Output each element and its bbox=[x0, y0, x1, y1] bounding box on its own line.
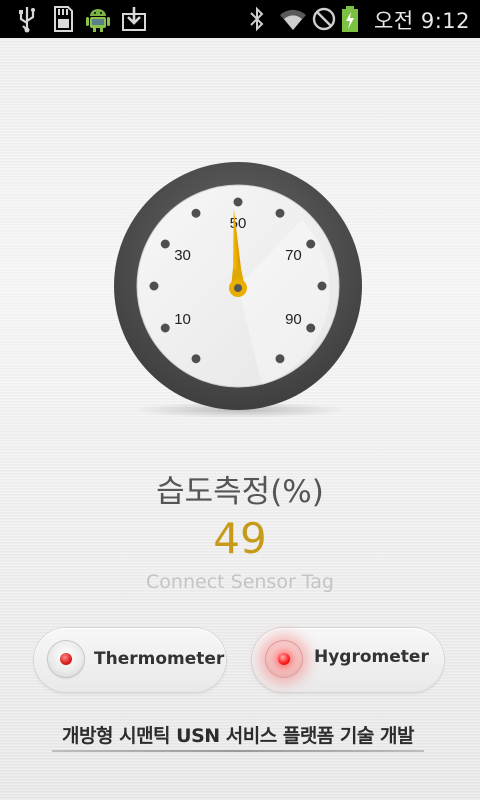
gauge-tick-dot bbox=[160, 239, 170, 249]
gauge-tick-dot bbox=[317, 281, 327, 291]
thermometer-label: Thermometer bbox=[94, 649, 225, 669]
hygrometer-button[interactable]: Hygrometer bbox=[252, 628, 444, 692]
footer-divider bbox=[52, 750, 424, 752]
footer-text: 개방형 시맨틱 USN 서비스 플랫폼 기술 개발 bbox=[62, 725, 414, 747]
gauge-label: 70 bbox=[285, 247, 302, 264]
download-icon bbox=[122, 7, 146, 31]
hygrometer-gauge: 10 30 50 70 90 bbox=[112, 160, 364, 412]
android-icon bbox=[86, 9, 110, 32]
gauge-tick-dot bbox=[275, 208, 285, 218]
measurement-title: 습도측정(%) bbox=[156, 474, 324, 510]
thermometer-button[interactable]: Thermometer bbox=[34, 628, 226, 692]
hygrometer-radio[interactable] bbox=[266, 641, 302, 677]
measurement-value: 49 bbox=[213, 514, 267, 563]
sensor-status[interactable]: Connect Sensor Tag bbox=[0, 571, 480, 593]
gauge-tick-dot bbox=[233, 197, 243, 207]
radio-dot bbox=[60, 653, 72, 665]
battery-charging-icon bbox=[342, 6, 358, 32]
status-time: 오전 9:12 bbox=[374, 9, 470, 33]
gauge-label: 50 bbox=[230, 215, 247, 232]
gauge-label: 30 bbox=[174, 247, 191, 264]
sd-card-icon bbox=[54, 6, 73, 32]
wifi-icon bbox=[280, 9, 306, 30]
gauge-tick-dot bbox=[191, 208, 201, 218]
gauge-tick-dot bbox=[149, 281, 159, 291]
gauge-tick-dot bbox=[306, 239, 316, 249]
gauge-label: 90 bbox=[285, 311, 302, 328]
gauge-tick-dot bbox=[275, 354, 285, 364]
no-signal-icon bbox=[312, 7, 336, 31]
gauge-tick-dot bbox=[160, 323, 170, 333]
gauge-tick-dot bbox=[191, 354, 201, 364]
radio-dot-selected bbox=[278, 653, 290, 665]
gauge-label: 10 bbox=[174, 311, 191, 328]
status-bar: 오전 9:12 bbox=[0, 0, 480, 38]
gauge-tick-dot bbox=[306, 323, 316, 333]
bluetooth-icon bbox=[250, 6, 264, 32]
thermometer-radio[interactable] bbox=[48, 641, 84, 677]
gauge-dial: 10 30 50 70 90 bbox=[114, 162, 362, 410]
hygrometer-label: Hygrometer bbox=[314, 647, 429, 667]
usb-icon bbox=[19, 7, 35, 33]
